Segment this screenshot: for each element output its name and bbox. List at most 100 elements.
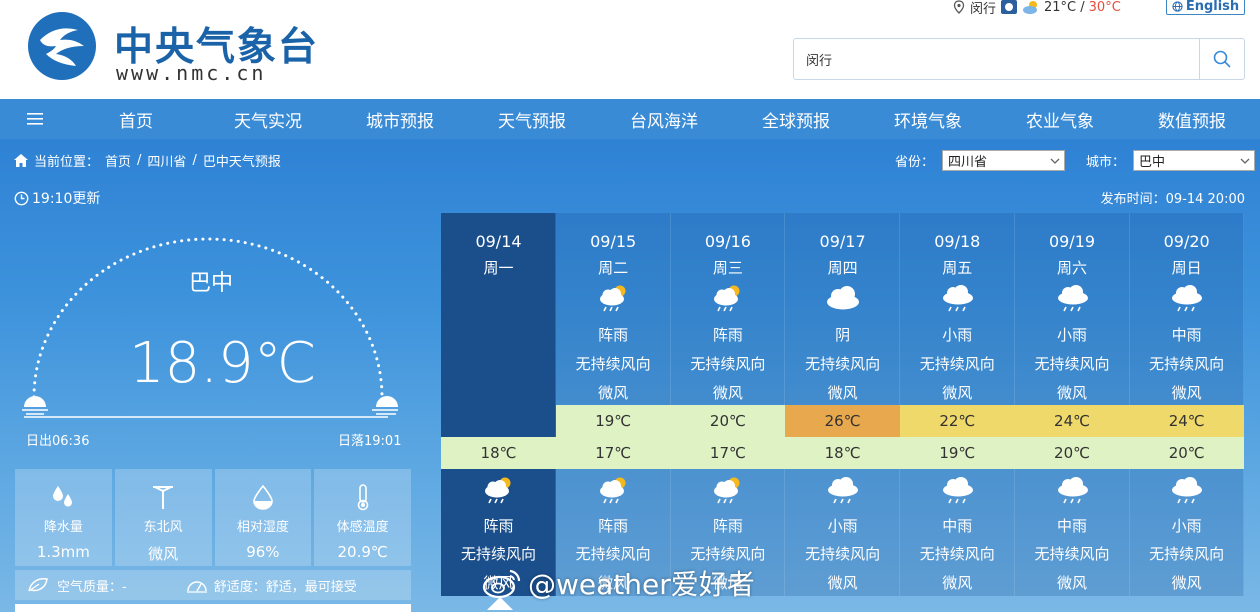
- forecast-date: 09/15: [590, 232, 637, 251]
- night-wind-direction: 无持续风向: [1149, 545, 1225, 563]
- chevron-down-icon: [1050, 158, 1060, 164]
- site-url: www.nmc.cn: [116, 61, 267, 85]
- globe-icon: [1172, 0, 1183, 12]
- day-weather: 中雨: [1171, 326, 1202, 344]
- stat-wind: 东北风 微风: [114, 469, 212, 566]
- day-wind-direction: 无持续风向: [1034, 355, 1110, 373]
- sunset-icon: [372, 396, 398, 415]
- high-temp: 22℃: [899, 405, 1015, 437]
- night-weather: 小雨: [1171, 517, 1202, 535]
- sunrise-time: 日出06:36: [26, 434, 90, 449]
- air-quality-text: 空气质量：-: [57, 579, 127, 595]
- nav-numerical[interactable]: 数值预报: [1126, 107, 1258, 132]
- temp-high: 30°C: [1088, 0, 1121, 15]
- night-wind-power: 微风: [942, 574, 973, 592]
- forecast-date: 09/19: [1048, 232, 1096, 251]
- forecast-day[interactable]: 09/18 周五 小雨 无持续风向 微风 22℃ 19℃ 中雨 无持续风向 微风: [899, 213, 1015, 596]
- breadcrumb-sep: /: [192, 153, 197, 168]
- province-value: 四川省: [948, 155, 988, 170]
- stat-value: 20.9℃: [337, 543, 388, 561]
- forecast-date: 09/18: [934, 232, 981, 251]
- shower-icon: [714, 285, 740, 312]
- forecast-day[interactable]: 09/16 周三 阵雨 无持续风向 微风 20℃ 17℃ 阵雨 无持续风向 微风: [670, 213, 786, 596]
- high-temp: 24℃: [1129, 405, 1245, 437]
- low-temp: 17℃: [555, 437, 671, 469]
- rain-icon: [1057, 285, 1088, 312]
- city-select[interactable]: 巴中: [1133, 150, 1256, 171]
- watermark-text: @weather爱好者: [528, 568, 755, 601]
- nmc-logo-icon[interactable]: [26, 10, 98, 82]
- city-value: 巴中: [1139, 155, 1166, 170]
- night-weather: 阵雨: [712, 517, 743, 535]
- current-temperature: 18.9℃: [129, 331, 317, 396]
- night-weather: 中雨: [1056, 517, 1087, 535]
- menu-button[interactable]: [0, 99, 70, 139]
- home-icon: [14, 154, 28, 167]
- night-wind-direction: 无持续风向: [805, 545, 881, 563]
- night-wind-direction: 无持续风向: [919, 545, 995, 563]
- nav-global[interactable]: 全球预报: [730, 107, 862, 132]
- english-button[interactable]: English: [1166, 0, 1245, 15]
- forecast-date: 09/20: [1163, 232, 1210, 251]
- day-weather: 小雨: [942, 326, 973, 344]
- breadcrumb-province[interactable]: 四川省: [147, 151, 186, 170]
- forecast-weekday: 周六: [1056, 259, 1087, 277]
- chevron-down-icon: [1240, 158, 1250, 164]
- sun-cloud-icon: [1023, 1, 1038, 14]
- windmill-icon: [153, 486, 174, 509]
- low-temp: 18℃: [785, 437, 901, 469]
- day-wind-power: 微风: [598, 384, 629, 402]
- breadcrumb-current: 巴中天气预报: [202, 155, 281, 170]
- humidity-icon: [253, 484, 273, 510]
- nav-environment[interactable]: 环境气象: [862, 107, 994, 132]
- nav-weather-forecast[interactable]: 天气预报: [466, 107, 598, 132]
- search-button[interactable]: [1199, 39, 1244, 79]
- stat-label: 相对湿度: [236, 520, 289, 535]
- nav-typhoon[interactable]: 台风海洋: [598, 107, 730, 132]
- forecast-weekday: 周一: [483, 259, 514, 277]
- nav-agriculture[interactable]: 农业气象: [994, 107, 1126, 132]
- header: 中央气象台 www.nmc.cn 闵行 21°C / 30°C English: [0, 0, 1260, 99]
- night-weather: 小雨: [827, 517, 858, 535]
- day-wind-direction: 无持续风向: [575, 355, 651, 373]
- night-wind-direction: 无持续风向: [1034, 545, 1110, 563]
- province-select[interactable]: 四川省: [942, 150, 1066, 171]
- day-weather: 阵雨: [598, 326, 629, 344]
- rain-icon: [1057, 477, 1088, 504]
- gauge-icon: [186, 581, 207, 593]
- breadcrumb: 当前位置： 首页 / 四川省 / 巴中天气预报: [14, 151, 281, 170]
- high-temp: 26℃: [785, 405, 901, 437]
- high-temp: 24℃: [1014, 405, 1130, 437]
- forecast-day[interactable]: 09/15 周二 阵雨 无持续风向 微风 19℃ 17℃ 阵雨 无持续风向 微风: [555, 213, 671, 596]
- day-wind-power: 微风: [942, 384, 973, 402]
- breadcrumb-home[interactable]: 首页: [105, 151, 131, 170]
- shower-icon: [714, 477, 740, 504]
- nav-observation[interactable]: 天气实况: [202, 107, 334, 132]
- main-content: 当前位置： 首页 / 四川省 / 巴中天气预报 省份： 四川省 城市： 巴中 1…: [0, 139, 1260, 612]
- night-wind-power: 微风: [827, 574, 858, 592]
- sunrise-icon: [22, 396, 48, 415]
- forecast-day[interactable]: 09/14 周一 18℃ 阵雨 无持续风向 微风: [441, 213, 556, 596]
- night-weather: 中雨: [942, 517, 973, 535]
- stat-label: 降水量: [43, 520, 83, 535]
- forecast-day[interactable]: 09/17 周四阴无持续风向 微风 26℃ 18℃ 小雨 无持续风向 微风: [785, 213, 901, 596]
- nav-city-forecast[interactable]: 城市预报: [334, 107, 466, 132]
- current-stats: 降水量 1.3mm 东北风 微风 相对湿度 96% 体感温度 20.9℃: [15, 469, 411, 566]
- stat-precipitation: 降水量 1.3mm: [15, 469, 112, 566]
- publish-time: 发布时间：09-14 20:00: [1100, 192, 1245, 207]
- region-selectors: 省份： 四川省 城市： 巴中: [895, 150, 1256, 171]
- search-input[interactable]: [794, 39, 1200, 79]
- night-wind-power: 微风: [1056, 574, 1087, 592]
- location-weather[interactable]: 闵行 21°C / 30°C: [952, 0, 1121, 17]
- rain-icon: [942, 285, 973, 312]
- high-temp: 19℃: [555, 405, 671, 437]
- raindrops-icon: [53, 486, 73, 507]
- nav-home[interactable]: 首页: [70, 107, 202, 132]
- night-wind-direction: 无持续风向: [690, 545, 766, 563]
- forecast-day[interactable]: 09/20 周日 中雨 无持续风向 微风 24℃ 20℃ 小雨 无持续风向 微风: [1129, 213, 1245, 596]
- breadcrumb-prefix: 当前位置：: [34, 155, 100, 170]
- day-wind-power: 微风: [827, 384, 858, 402]
- forecast-day[interactable]: 09/19 周六 小雨 无持续风向 微风 24℃ 20℃ 中雨 无持续风向 微风: [1014, 213, 1130, 596]
- rain-icon: [828, 477, 859, 504]
- rain-icon: [1172, 285, 1203, 312]
